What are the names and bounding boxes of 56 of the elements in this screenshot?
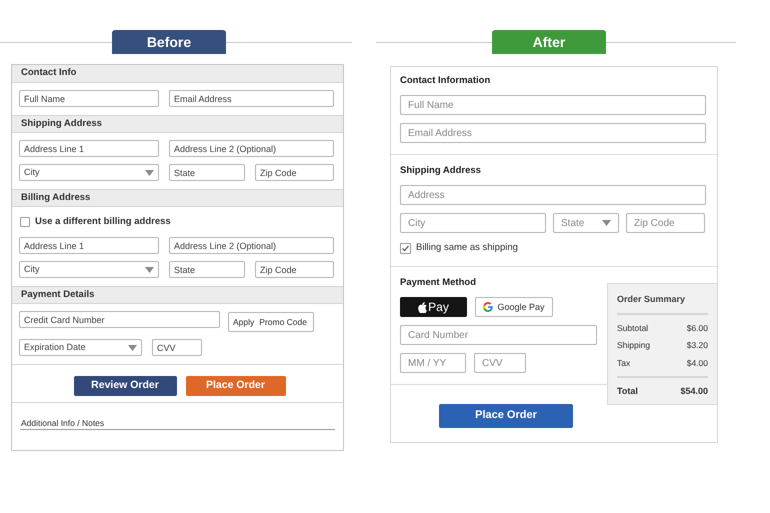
section-title: Shipping Address — [400, 165, 482, 177]
google-icon — [483, 302, 494, 312]
input-field[interactable]: State — [169, 164, 245, 181]
input-field[interactable]: Card Number — [400, 325, 597, 346]
input-field[interactable]: Full Name — [400, 95, 706, 115]
total-label: Total — [617, 384, 638, 398]
promo-code-field[interactable]: Apply Promo Code — [228, 312, 314, 332]
summary-value: $3.20 — [686, 339, 708, 352]
summary-value: $6.00 — [686, 322, 708, 334]
input-field[interactable]: Full Name — [19, 90, 159, 107]
section-header: Payment Details — [12, 286, 343, 304]
input-field[interactable]: Credit Card Number — [19, 311, 220, 328]
total-value: $54.00 — [680, 384, 708, 398]
input-field[interactable]: CVV — [152, 339, 202, 356]
input-field[interactable]: Zip Code — [255, 164, 334, 181]
input-field[interactable]: CVV — [474, 353, 526, 374]
dropdown-field[interactable]: Expiration Date — [19, 339, 142, 356]
input-field[interactable]: Address Line 2 (Optional) — [169, 237, 334, 254]
input-field[interactable]: Address — [400, 185, 706, 205]
input-field[interactable]: Address Line 1 — [19, 237, 159, 254]
caret-icon — [145, 266, 154, 273]
section-header: Billing Address — [12, 189, 343, 207]
summary-title: Order Summary — [617, 293, 708, 314]
input-field[interactable]: City — [400, 213, 546, 233]
section-header: Shipping Address — [12, 115, 343, 133]
section-title: Payment Method — [400, 277, 478, 290]
place-order-button[interactable]: Place Order — [439, 404, 573, 428]
apple-icon — [418, 302, 428, 313]
caret-icon — [128, 344, 137, 351]
checkbox-label: Billing same as shipping — [416, 241, 518, 255]
dropdown-field[interactable]: City — [19, 164, 159, 181]
input-field[interactable]: Email Address — [169, 90, 334, 107]
summary-label: Tax — [617, 357, 630, 370]
input-field[interactable]: State — [169, 261, 245, 278]
caret-icon — [602, 220, 611, 226]
dropdown-field[interactable]: City — [19, 261, 159, 278]
section-header: Contact Info — [12, 65, 343, 83]
notes-field[interactable]: Additional Info / Notes — [20, 417, 335, 430]
section-title: Contact Information — [400, 75, 492, 87]
apple-pay-button[interactable]: Pay — [400, 297, 467, 318]
input-field[interactable]: Zip Code — [255, 261, 334, 278]
review-order-button[interactable]: Review Order — [74, 376, 176, 396]
input-field[interactable]: Address Line 1 — [19, 140, 159, 157]
checkbox[interactable] — [400, 242, 411, 254]
caret-icon — [145, 170, 154, 176]
summary-label: Shipping — [617, 339, 650, 352]
summary-label: Subtotal — [617, 322, 648, 334]
google-pay-button[interactable]: Google Pay — [475, 297, 553, 318]
input-field[interactable]: Address Line 2 (Optional) — [169, 140, 334, 157]
checkbox[interactable] — [20, 217, 30, 228]
summary-value: $4.00 — [686, 357, 708, 370]
checkbox-label: Use a different billing address — [35, 215, 171, 229]
input-field[interactable]: MM / YY — [400, 353, 466, 374]
input-field[interactable]: Email Address — [400, 123, 706, 143]
input-field[interactable]: Zip Code — [626, 213, 705, 233]
dropdown-field[interactable]: State — [553, 213, 619, 233]
